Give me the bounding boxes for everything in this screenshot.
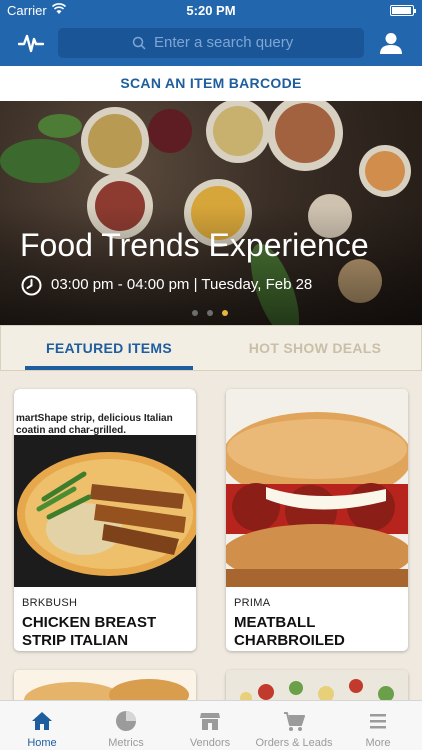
product-card[interactable]: PRIMA MEATBALL CHARBROILED [226, 389, 408, 651]
product-name: MEATBALL CHARBROILED [234, 614, 345, 649]
tab-label: Metrics [108, 737, 144, 749]
page-dot[interactable] [192, 310, 198, 316]
carousel-page-indicator[interactable] [192, 303, 237, 316]
page-dot-active[interactable] [222, 310, 228, 316]
battery-icon [390, 5, 416, 16]
menu-icon [370, 714, 386, 729]
tab-label: More [365, 737, 391, 749]
product-card[interactable]: martShape strip, delicious Italian coati… [14, 389, 196, 651]
product-image [226, 389, 408, 587]
event-hero-banner[interactable]: Food Trends Experience 03:00 pm - 04:00 … [0, 101, 422, 325]
tab-home[interactable]: Home [0, 701, 84, 750]
pie-chart-icon [116, 711, 136, 731]
search-input[interactable]: Enter a search query [58, 28, 364, 58]
product-brand: PRIMA [234, 597, 271, 609]
clock-time: 5:20 PM [186, 3, 236, 18]
activity-pulse-icon[interactable] [18, 32, 44, 54]
tab-orders-leads[interactable]: Orders & Leads [252, 701, 336, 750]
tab-featured-items[interactable]: FEATURED ITEMS [25, 326, 193, 370]
product-brand: BRKBUSH [22, 597, 78, 609]
bottom-tab-bar: Home Metrics Vendors Orders & Leads More [0, 700, 422, 750]
page-dot[interactable] [207, 310, 213, 316]
home-icon [32, 712, 52, 730]
clock-icon [21, 275, 42, 296]
product-image-caption: martShape strip, delicious Italian coati… [16, 413, 173, 436]
tab-label: Home [27, 737, 57, 749]
cart-icon [284, 712, 305, 731]
tab-hot-show-deals[interactable]: HOT SHOW DEALS [233, 326, 397, 370]
storefront-icon [200, 713, 220, 730]
tab-label: Orders & Leads [255, 737, 333, 749]
search-placeholder: Enter a search query [154, 34, 294, 51]
event-time: 03:00 pm - 04:00 pm | Tuesday, Feb 28 [51, 276, 313, 293]
user-icon[interactable] [379, 31, 403, 55]
segment-tabs: FEATURED ITEMS HOT SHOW DEALS [0, 325, 422, 371]
tab-label: Vendors [189, 737, 231, 749]
search-icon [132, 36, 146, 50]
scan-barcode-button[interactable]: SCAN AN ITEM BARCODE [0, 66, 422, 101]
tab-vendors[interactable]: Vendors [168, 701, 252, 750]
tab-more[interactable]: More [336, 701, 420, 750]
tab-metrics[interactable]: Metrics [84, 701, 168, 750]
status-bar: Carrier 5:20 PM [0, 0, 422, 22]
top-nav-bar: Enter a search query [0, 22, 422, 66]
product-name: CHICKEN BREAST STRIP ITALIAN [22, 614, 157, 649]
event-title: Food Trends Experience [20, 227, 369, 263]
